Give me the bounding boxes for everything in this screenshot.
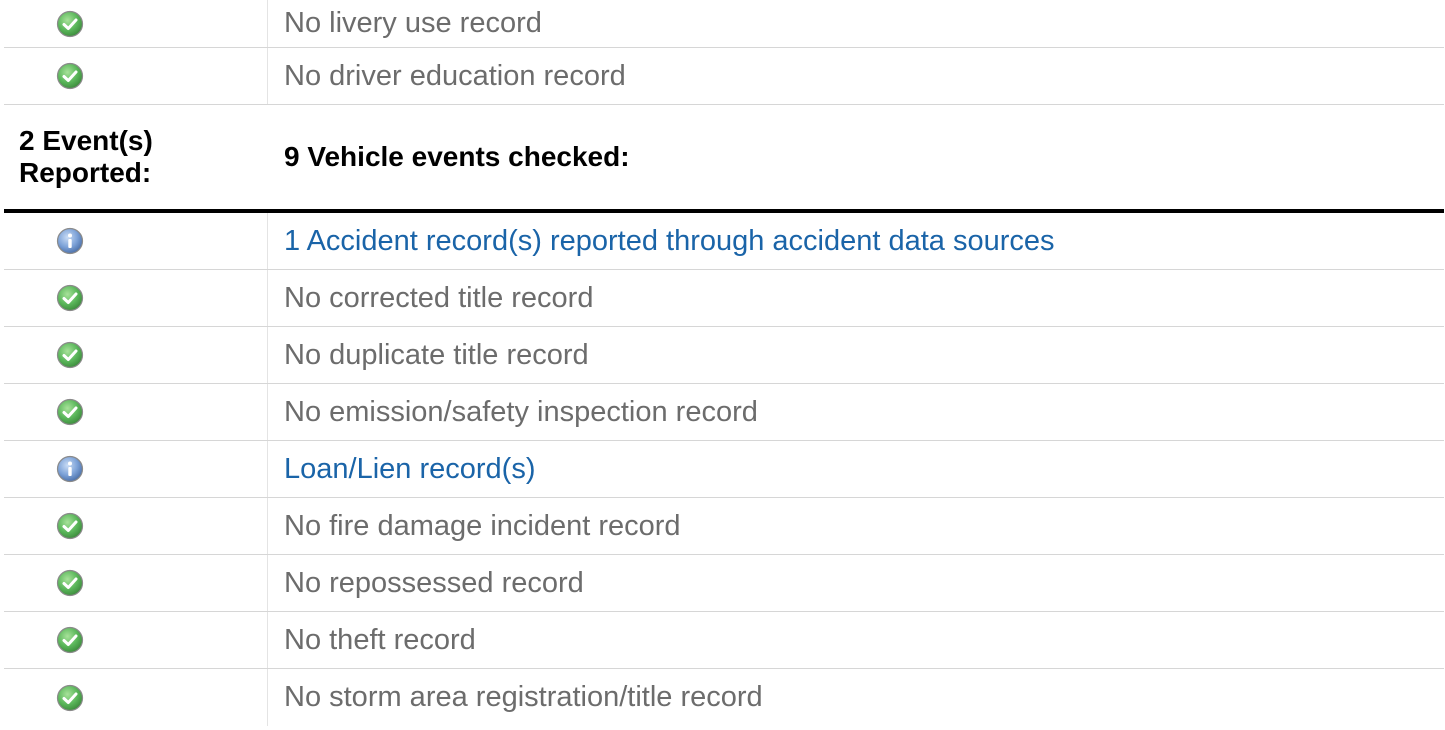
check-circle-icon [56, 10, 84, 37]
accident-record-link[interactable]: 1 Accident record(s) reported through ac… [268, 225, 1444, 258]
section-title: 9 Vehicle events checked: [284, 141, 630, 172]
check-circle-icon [56, 512, 84, 540]
check-circle-icon [56, 284, 84, 312]
event-text: No fire damage incident record [284, 509, 681, 542]
list-item: No duplicate title record [4, 327, 1444, 384]
check-circle-icon [56, 569, 84, 597]
list-item: No corrected title record [4, 270, 1444, 327]
info-circle-icon [56, 227, 84, 255]
event-text: No driver education record [284, 59, 626, 92]
event-text: No theft record [284, 623, 476, 656]
events-reported-count: 2 Event(s) Reported: [19, 125, 153, 188]
list-item: No emission/safety inspection record [4, 384, 1444, 441]
list-item: No driver education record [4, 48, 1444, 105]
event-text: No livery use record [284, 7, 542, 39]
section-header: 2 Event(s) Reported: 9 Vehicle events ch… [4, 105, 1444, 213]
event-text: No storm area registration/title record [284, 681, 763, 713]
list-item: No fire damage incident record [4, 498, 1444, 555]
loan-lien-record-link[interactable]: Loan/Lien record(s) [268, 453, 1444, 486]
info-circle-icon [56, 455, 84, 483]
check-circle-icon [56, 684, 84, 711]
check-circle-icon [56, 62, 84, 90]
list-item: No storm area registration/title record [4, 669, 1444, 726]
list-item: No repossessed record [4, 555, 1444, 612]
check-circle-icon [56, 398, 84, 426]
check-circle-icon [56, 626, 84, 654]
event-text: No duplicate title record [284, 338, 589, 371]
list-item: No livery use record [4, 0, 1444, 48]
event-text: No emission/safety inspection record [284, 395, 758, 428]
list-item: Loan/Lien record(s) [4, 441, 1444, 498]
vehicle-history-report: No livery use record No driver education… [4, 0, 1444, 726]
event-text: No corrected title record [284, 281, 594, 314]
list-item: 1 Accident record(s) reported through ac… [4, 213, 1444, 270]
check-circle-icon [56, 341, 84, 369]
list-item: No theft record [4, 612, 1444, 669]
event-text: No repossessed record [284, 566, 584, 599]
